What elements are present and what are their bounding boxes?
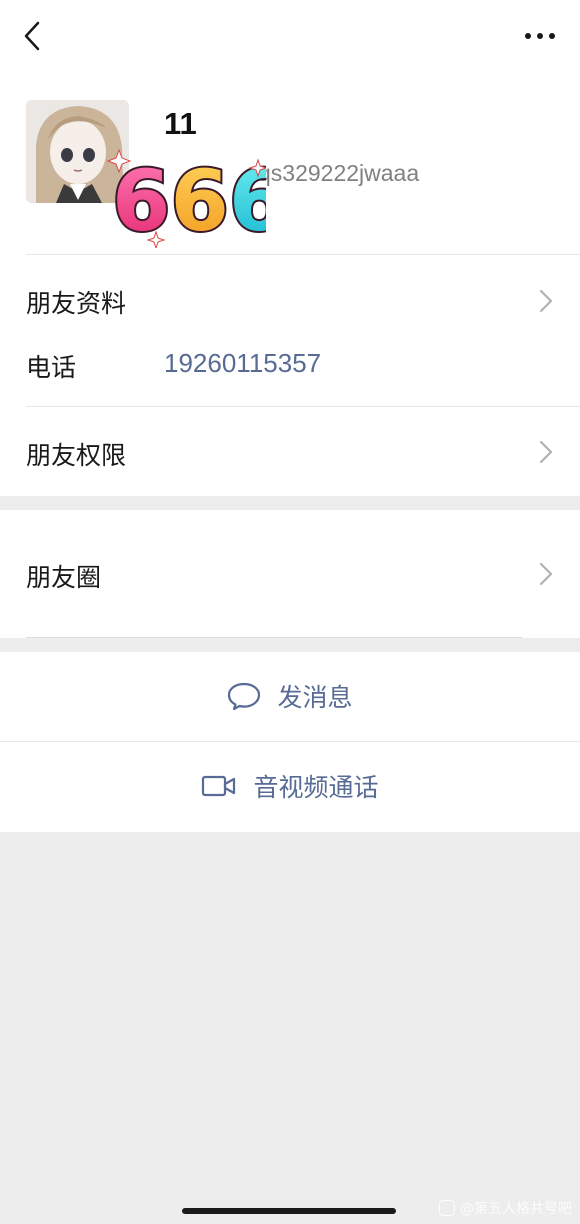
chevron-right-icon — [539, 289, 553, 313]
video-camera-icon — [201, 774, 237, 798]
divider — [26, 637, 522, 638]
sticker-666-graphic: 666 — [106, 148, 289, 252]
navigation-bar — [0, 0, 580, 72]
send-message-label: 发消息 — [277, 683, 353, 712]
divider — [26, 406, 580, 407]
moments-row[interactable]: 朋友圈 — [0, 540, 580, 610]
wechat-id: qs329222jwaaa — [258, 160, 420, 186]
chevron-right-icon — [539, 562, 553, 586]
divider — [26, 254, 580, 255]
back-button[interactable] — [14, 16, 50, 56]
phone-label: 电话 — [26, 353, 77, 382]
send-message-button[interactable]: 发消息 — [0, 652, 580, 740]
chevron-left-icon — [24, 21, 40, 51]
moments-section: 朋友圈 — [0, 510, 580, 638]
friend-info-section: 朋友资料 电话 19260115357 朋友权限 — [0, 254, 580, 496]
watermark: @第五人格共号吧 — [439, 1198, 572, 1218]
sticker-666: 666 — [106, 138, 289, 252]
friend-profile-row[interactable]: 朋友资料 — [0, 268, 580, 334]
video-call-label: 音视频通话 — [253, 773, 379, 802]
friend-permissions-row[interactable]: 朋友权限 — [0, 418, 580, 484]
display-name: 11 — [164, 106, 197, 141]
chat-bubble-icon — [227, 681, 261, 711]
moments-label: 朋友圈 — [26, 563, 102, 592]
watermark-icon — [439, 1200, 455, 1216]
phone-number[interactable]: 19260115357 — [164, 348, 321, 379]
friend-profile-label: 朋友资料 — [26, 289, 127, 318]
home-indicator[interactable] — [182, 1208, 396, 1214]
more-button[interactable] — [520, 22, 560, 50]
profile-header: 11 qs329222jwaaa 666 — [0, 72, 580, 254]
friend-permissions-label: 朋友权限 — [26, 441, 127, 470]
more-horizontal-icon — [525, 33, 555, 39]
sticker-digit-2: 6 — [170, 152, 228, 248]
watermark-text: @第五人格共号吧 — [460, 1201, 572, 1217]
video-call-button[interactable]: 音视频通话 — [0, 742, 580, 830]
sticker-digit: 666 — [112, 152, 266, 248]
chevron-right-icon — [539, 440, 553, 464]
actions-section: 发消息 音视频通话 — [0, 652, 580, 832]
